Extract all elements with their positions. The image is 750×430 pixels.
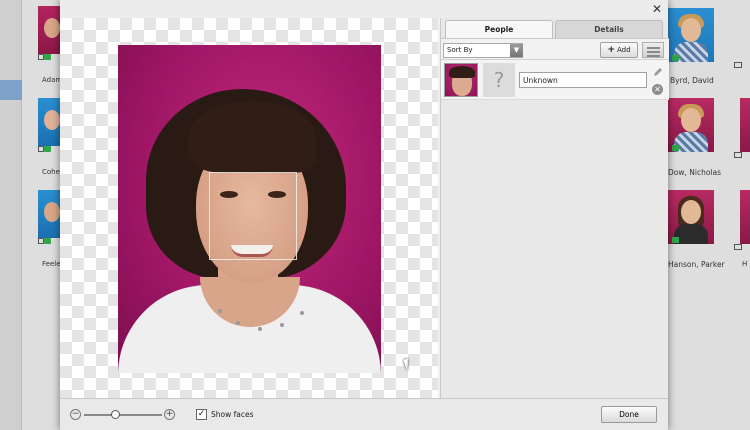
close-icon[interactable]: ✕ (650, 2, 664, 16)
remove-icon[interactable]: ✕ (652, 84, 663, 95)
thumbnail-name: Dow, Nicholas (668, 168, 722, 177)
zoom-slider-thumb[interactable] (111, 410, 121, 419)
question-mark-icon: ? (483, 63, 515, 97)
mouse-cursor-icon (403, 356, 417, 372)
zoom-out-icon[interactable]: − (70, 409, 81, 420)
add-label: Add (616, 46, 631, 54)
tab-bar: People Details (441, 18, 669, 38)
thumbnail-name: Feele (42, 260, 61, 268)
portrait-photo (118, 45, 381, 373)
sort-by-dropdown[interactable]: Sort By ▼ (443, 43, 523, 58)
sort-by-label: Sort By (447, 46, 473, 54)
tag-icon (672, 55, 679, 61)
photo-canvas (60, 18, 438, 398)
tag-icon (672, 237, 679, 243)
thumbnail-name: Hanson, Parker (668, 260, 725, 269)
zoom-slider[interactable] (84, 414, 162, 416)
sidebar-selection (0, 80, 22, 100)
tag-icon (672, 145, 679, 151)
thumbnail-edge (740, 190, 750, 244)
book-icon (734, 62, 742, 68)
tab-details[interactable]: Details (555, 20, 663, 38)
pencil-icon[interactable] (653, 67, 663, 77)
dropdown-arrow-icon[interactable]: ▼ (510, 44, 523, 57)
list-view-icon[interactable] (642, 42, 664, 58)
tag-icon (44, 238, 51, 244)
dialog-footer: − + ✓ Show faces Done (60, 398, 668, 430)
thumbnail[interactable] (668, 8, 714, 62)
thumbnail[interactable] (668, 98, 714, 152)
book-icon (734, 244, 742, 250)
book-icon (734, 152, 742, 158)
thumbnail-name: Byrd, David (670, 76, 714, 85)
tab-people[interactable]: People (445, 20, 553, 38)
done-button[interactable]: Done (601, 406, 657, 423)
thumbnail-edge (740, 98, 750, 152)
people-panel: People Details Sort By ▼ +Add ? ✕ (440, 18, 669, 398)
checkbox-icon[interactable]: ✓ (196, 409, 207, 420)
show-faces-label: Show faces (211, 410, 254, 419)
dialog-titlebar: ✕ (60, 0, 668, 18)
thumbnail[interactable] (668, 190, 714, 244)
people-toolbar: Sort By ▼ + Add (441, 38, 669, 60)
plus-icon: + (607, 45, 615, 55)
face-thumbnail[interactable] (444, 63, 478, 97)
tag-icon (44, 54, 51, 60)
face-detection-box[interactable] (209, 172, 297, 260)
add-person-button[interactable]: + Add (600, 42, 638, 58)
left-sidebar-strip (0, 0, 22, 430)
person-row[interactable]: ? ✕ (441, 60, 669, 100)
thumbnail-name: H (742, 260, 748, 268)
people-dialog: ✕ People Details Sort By ▼ + Add ? Unkno… (60, 0, 669, 430)
zoom-in-icon[interactable]: + (164, 409, 175, 420)
tag-icon (44, 146, 51, 152)
person-name-field[interactable] (519, 72, 647, 88)
thumbnail-name: Cohe (42, 168, 60, 176)
